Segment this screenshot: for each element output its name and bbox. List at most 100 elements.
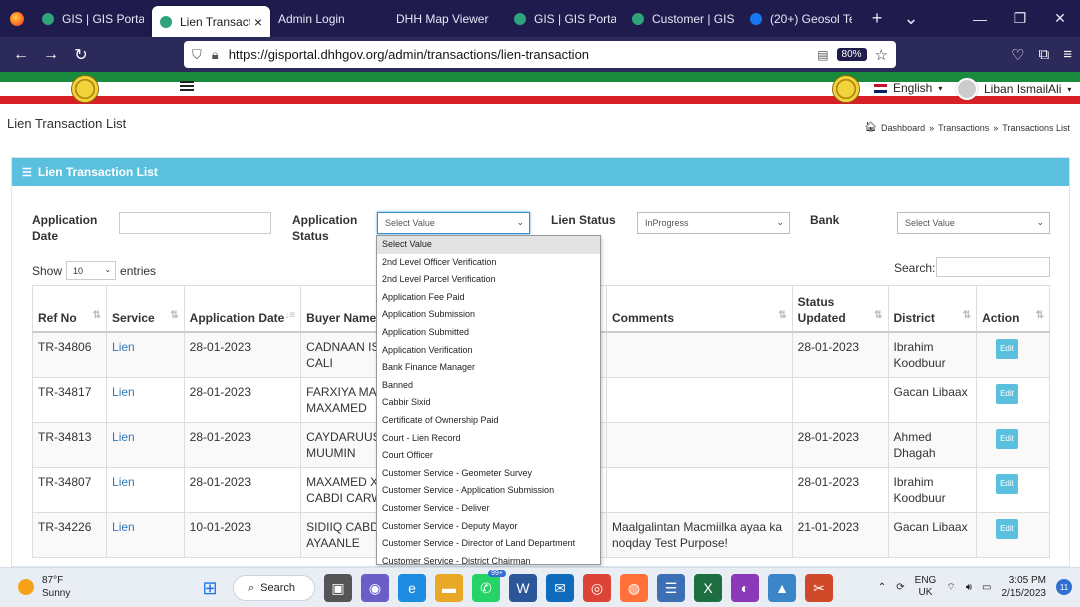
windows-start-icon[interactable]: ⊞ (196, 574, 224, 602)
excel-icon[interactable]: X (694, 574, 722, 602)
dropdown-option[interactable]: Banned (377, 377, 600, 395)
url-bar[interactable]: ⛉ 🔒︎ https://gisportal.dhhgov.org/admin/… (184, 41, 896, 68)
dropdown-option[interactable]: Customer Service - District Chairman (377, 553, 600, 564)
volume-icon[interactable]: 🔊︎ (966, 582, 972, 593)
table-cell-service[interactable]: Lien (106, 466, 185, 513)
taskbar-search[interactable]: ⌕ Search (233, 575, 315, 601)
bank-select[interactable]: Select Value ⌄ (897, 212, 1050, 234)
sync-icon[interactable]: ⟳ (896, 582, 904, 593)
browser-tab[interactable]: Lien Transaction× (152, 6, 270, 37)
column-header[interactable]: Comments ⇅ (605, 285, 793, 333)
dropdown-option[interactable]: Certificate of Ownership Paid (377, 412, 600, 430)
list-tabs-chevron-icon[interactable]: ⌄ (894, 8, 928, 29)
dropdown-option[interactable]: Application Submission (377, 306, 600, 324)
extensions-icon[interactable]: ⧉ (1039, 46, 1050, 63)
edit-button[interactable]: Edit (996, 338, 1018, 359)
application-date-input[interactable] (119, 212, 271, 234)
dropdown-option[interactable]: Customer Service - Deliver (377, 500, 600, 518)
user-menu[interactable]: Liban IsmailAli ▾ (956, 78, 1071, 100)
dropdown-option[interactable]: Bank Finance Manager (377, 359, 600, 377)
column-header[interactable]: Action ⇅ (976, 285, 1050, 333)
browser-tab[interactable]: GIS | GIS Portal (34, 0, 152, 37)
minimize-icon[interactable]: — (960, 0, 1000, 37)
breadcrumb-transactions[interactable]: Transactions (938, 123, 989, 133)
browser-tab[interactable]: GIS | GIS Portal (506, 0, 624, 37)
lock-icon[interactable]: 🔒︎ (212, 47, 219, 63)
dropdown-option[interactable]: Customer Service - Director of Land Depa… (377, 535, 600, 553)
weather-widget[interactable]: 87°F Sunny (18, 574, 70, 600)
edit-button[interactable]: Edit (996, 383, 1018, 404)
edge-icon[interactable]: e (398, 574, 426, 602)
chrome-icon[interactable]: ◎ (583, 574, 611, 602)
file-explorer-icon[interactable]: ▬ (435, 574, 463, 602)
notepad-icon[interactable]: ☰ (657, 574, 685, 602)
wifi-icon[interactable]: ⌔ (946, 581, 955, 594)
chevron-up-icon[interactable]: ⌃ (878, 582, 886, 593)
close-tab-icon[interactable]: × (254, 14, 262, 30)
dropdown-option[interactable]: 2nd Level Officer Verification (377, 254, 600, 272)
breadcrumb-dashboard[interactable]: Dashboard (881, 123, 925, 133)
edit-button[interactable]: Edit (996, 428, 1018, 449)
mail-icon[interactable]: ✉ (546, 574, 574, 602)
dropdown-option[interactable]: Customer Service - Deputy Mayor (377, 518, 600, 536)
firefox-taskbar-icon[interactable]: ◍ (620, 574, 648, 602)
table-cell-service[interactable]: Lien (106, 421, 185, 468)
application-status-dropdown-list[interactable]: Select Value 2nd Level Officer Verificati… (376, 235, 601, 565)
menu-icon[interactable]: ≡ (1063, 46, 1072, 63)
edit-button[interactable]: Edit (996, 473, 1018, 494)
search-input[interactable] (936, 257, 1050, 277)
app-icon[interactable]: ◐ (731, 574, 759, 602)
browser-tab[interactable]: Customer | GIS Po (624, 0, 742, 37)
edit-button[interactable]: Edit (996, 518, 1018, 539)
notification-badge[interactable]: 11 (1056, 579, 1072, 595)
hamburger-menu-icon[interactable] (180, 81, 194, 91)
close-window-icon[interactable]: ✕ (1040, 0, 1080, 37)
reader-view-icon[interactable]: ▤ (817, 48, 828, 62)
firefox-icon[interactable] (0, 0, 34, 37)
new-tab-button[interactable]: + (860, 8, 894, 29)
teams-chat-icon[interactable]: ◉ (361, 574, 389, 602)
browser-tab[interactable]: (20+) Geosol Tech (742, 0, 860, 37)
url-text[interactable]: https://gisportal.dhhgov.org/admin/trans… (229, 47, 818, 62)
snipping-tool-icon[interactable]: ✂ (805, 574, 833, 602)
dropdown-option[interactable]: Application Verification (377, 342, 600, 360)
dropdown-option[interactable]: Customer Service - Application Submissio… (377, 482, 600, 500)
language-selector[interactable]: English ▾ (874, 81, 942, 95)
column-header[interactable]: Status Updated ⇅ (791, 285, 889, 333)
table-cell-service[interactable]: Lien (106, 376, 185, 423)
whatsapp-icon[interactable]: ✆ 99+ (472, 570, 506, 602)
dropdown-option[interactable]: Application Fee Paid (377, 289, 600, 307)
browser-tab[interactable]: DHH Map Viewer (388, 0, 506, 37)
application-status-select[interactable]: Select Value ⌄ (377, 212, 530, 234)
dropdown-option[interactable]: 2nd Level Parcel Verification (377, 271, 600, 289)
column-header[interactable]: Application Date ↓≡ (183, 285, 302, 333)
reload-icon[interactable]: ↻ (66, 45, 96, 65)
pocket-icon[interactable]: ♡ (1011, 46, 1024, 64)
forward-arrow-icon[interactable]: → (36, 46, 66, 64)
dropdown-option[interactable]: Customer Service - Geometer Survey (377, 465, 600, 483)
photos-icon[interactable]: ▲ (768, 574, 796, 602)
shield-icon[interactable]: ⛉ (192, 47, 202, 63)
entries-select[interactable]: 10 ⌄ (66, 261, 117, 280)
column-header[interactable]: District ⇅ (887, 285, 978, 333)
table-cell-service[interactable]: Lien (106, 511, 185, 558)
column-header[interactable]: Service ⇅ (106, 285, 185, 333)
task-view-icon[interactable]: ▣ (324, 574, 352, 602)
battery-icon[interactable]: ▭ (982, 582, 991, 593)
browser-tab[interactable]: Admin Login (270, 0, 388, 37)
clock[interactable]: 3:05 PM 2/15/2023 (1002, 574, 1047, 600)
dropdown-option[interactable]: Cabbir Sixid (377, 394, 600, 412)
table-cell-service[interactable]: Lien (106, 331, 185, 378)
dropdown-option[interactable]: Select Value (377, 236, 600, 254)
column-header[interactable]: Ref No ⇅ (31, 285, 108, 333)
lien-status-select[interactable]: InProgress ⌄ (637, 212, 790, 234)
word-icon[interactable]: W (509, 574, 537, 602)
maximize-icon[interactable]: ❐ (1000, 0, 1040, 37)
dropdown-option[interactable]: Court - Lien Record (377, 430, 600, 448)
dropdown-option[interactable]: Court Officer (377, 447, 600, 465)
bookmark-star-icon[interactable]: ☆ (875, 46, 888, 64)
back-arrow-icon[interactable]: ← (6, 46, 36, 64)
zoom-level-badge[interactable]: 80% (836, 48, 867, 61)
input-language[interactable]: ENG UK (915, 575, 937, 599)
dropdown-option[interactable]: Application Submitted (377, 324, 600, 342)
